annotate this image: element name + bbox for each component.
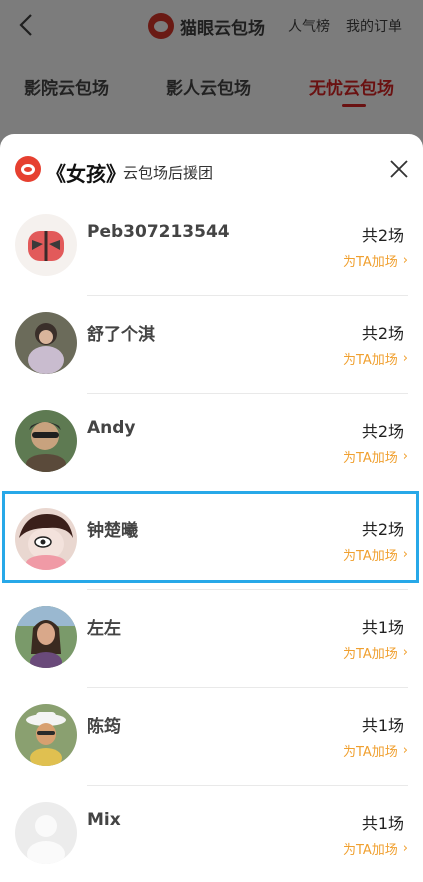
avatar bbox=[15, 312, 77, 374]
popularity-rank-link[interactable]: 人气榜 bbox=[288, 16, 330, 36]
list-item[interactable]: 陈筠 共1场 为TA加场 › bbox=[0, 688, 423, 786]
my-orders-link[interactable]: 我的订单 bbox=[346, 16, 402, 36]
brand: 猫眼云包场 bbox=[148, 12, 265, 40]
add-session-link[interactable]: 为TA加场 › bbox=[343, 349, 408, 368]
supporter-name: 陈筠 bbox=[87, 717, 121, 737]
sheet-subtitle: 云包场后援团 bbox=[123, 164, 214, 182]
chevron-right-icon: › bbox=[402, 743, 408, 758]
back-icon[interactable] bbox=[14, 12, 40, 38]
avatar bbox=[15, 802, 77, 864]
supporter-name: 舒了个淇 bbox=[87, 325, 155, 345]
top-bar: 猫眼云包场 人气榜 我的订单 bbox=[0, 0, 423, 52]
avatar bbox=[15, 606, 77, 668]
avatar bbox=[15, 214, 77, 276]
avatar bbox=[15, 704, 77, 766]
brand-name: 猫眼云包场 bbox=[180, 18, 265, 39]
supporter-name: 左左 bbox=[87, 619, 121, 639]
chevron-right-icon: › bbox=[402, 449, 408, 464]
supporter-name: Peb307213544 bbox=[87, 222, 230, 242]
chevron-right-icon: › bbox=[402, 645, 408, 660]
session-count: 共2场 bbox=[361, 226, 404, 245]
supporter-name: Andy bbox=[87, 418, 136, 438]
tab-bar: 影院云包场 影人云包场 无忧云包场 bbox=[0, 68, 423, 108]
avatar bbox=[15, 410, 77, 472]
add-session-label: 为TA加场 bbox=[342, 451, 398, 466]
add-session-label: 为TA加场 bbox=[342, 745, 398, 760]
tab-filmmaker[interactable]: 影人云包场 bbox=[166, 74, 251, 99]
add-session-link[interactable]: 为TA加场 › bbox=[343, 643, 408, 662]
add-session-label: 为TA加场 bbox=[342, 647, 398, 662]
add-session-label: 为TA加场 bbox=[342, 843, 398, 858]
session-count: 共1场 bbox=[361, 618, 404, 637]
selection-highlight bbox=[2, 491, 419, 583]
add-session-link[interactable]: 为TA加场 › bbox=[343, 839, 408, 858]
session-count: 共1场 bbox=[361, 716, 404, 735]
add-session-link[interactable]: 为TA加场 › bbox=[343, 741, 408, 760]
list-item[interactable]: 左左 共1场 为TA加场 › bbox=[0, 590, 423, 688]
sheet-header: 《女孩》 云包场后援团 bbox=[0, 134, 423, 206]
list-item[interactable]: 舒了个淇 共2场 为TA加场 › bbox=[0, 296, 423, 394]
session-count: 共1场 bbox=[361, 814, 404, 833]
add-session-label: 为TA加场 bbox=[342, 255, 398, 270]
chevron-right-icon: › bbox=[402, 351, 408, 366]
list-item[interactable]: Andy 共2场 为TA加场 › bbox=[0, 394, 423, 492]
add-session-link[interactable]: 为TA加场 › bbox=[343, 251, 408, 270]
cat-eye-logo-icon bbox=[15, 156, 41, 182]
cat-eye-logo-icon bbox=[148, 13, 174, 39]
close-icon[interactable] bbox=[388, 158, 410, 180]
chevron-right-icon: › bbox=[402, 841, 408, 856]
tab-worry-free[interactable]: 无忧云包场 bbox=[309, 74, 394, 99]
list-item[interactable]: Mix 共1场 为TA加场 › bbox=[0, 786, 423, 882]
supporter-name: Mix bbox=[87, 810, 121, 830]
add-session-link[interactable]: 为TA加场 › bbox=[343, 447, 408, 466]
session-count: 共2场 bbox=[361, 422, 404, 441]
list-item[interactable]: Peb307213544 共2场 为TA加场 › bbox=[0, 198, 423, 296]
add-session-label: 为TA加场 bbox=[342, 353, 398, 368]
movie-title: 《女孩》 bbox=[46, 162, 126, 186]
active-tab-indicator bbox=[342, 104, 366, 107]
chevron-right-icon: › bbox=[402, 253, 408, 268]
session-count: 共2场 bbox=[361, 324, 404, 343]
tab-cinema[interactable]: 影院云包场 bbox=[24, 74, 109, 99]
